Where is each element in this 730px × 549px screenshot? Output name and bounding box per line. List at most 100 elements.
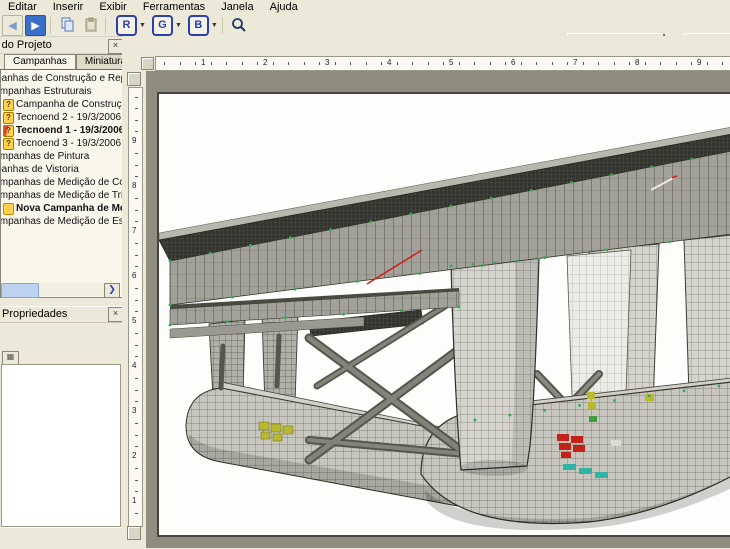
tree-item[interactable]: ?Tecnoend 2 - 19/3/2006 - Execução xyxy=(1,111,123,124)
ruler-tick xyxy=(443,62,444,65)
properties-grid-view-button[interactable]: ▦ xyxy=(2,351,19,365)
ruler-tick xyxy=(598,62,599,65)
ruler-tick xyxy=(660,62,661,65)
tree-item[interactable]: Nova Campanha de Medição xyxy=(1,202,123,215)
ruler-tick xyxy=(614,62,615,65)
ruler-tick xyxy=(381,62,382,65)
ruler-tick xyxy=(135,468,138,469)
ruler-tick xyxy=(474,62,475,65)
menu-ferramentas[interactable]: Ferramentas xyxy=(135,0,213,14)
application-window: { "menu": { "items": ["Editar", "Inserir… xyxy=(0,0,730,548)
magnifier-icon xyxy=(231,17,247,33)
menu-editar[interactable]: Editar xyxy=(0,0,45,14)
horizontal-ruler: 123456789 xyxy=(155,56,730,71)
ruler-tick xyxy=(459,62,460,65)
ruler-tick xyxy=(583,62,584,65)
ruler-tick xyxy=(135,210,138,211)
ruler-tick xyxy=(552,62,553,65)
menu-exibir[interactable]: Exibir xyxy=(91,0,135,14)
ruler-tick xyxy=(412,62,413,65)
tree-item[interactable]: Campanhas de Pintura xyxy=(1,150,123,163)
tree-item[interactable]: Campanhas de Vistoria xyxy=(1,163,123,176)
tree-item[interactable]: Campanhas de Construção e Reparos xyxy=(1,72,123,85)
ruler-tick xyxy=(211,62,212,65)
ruler-tick xyxy=(135,243,138,244)
tree-item-label: Tecnoend 1 - 19/3/2006 - Execução xyxy=(16,124,123,137)
tree-item[interactable]: ?Tecnoend 1 - 19/3/2006 - Execução xyxy=(1,124,123,137)
toolbar-separator xyxy=(50,17,51,34)
ruler-tick xyxy=(135,491,138,492)
tree-item-label: Campanha de Construção - 19/3/2006 xyxy=(16,98,123,111)
project-manager-panel-header: Gerenciador do Projeto xyxy=(0,38,122,54)
ruler-tick xyxy=(135,221,138,222)
tree-item[interactable]: Campanhas Estruturais xyxy=(1,85,123,98)
campaign-status-icon: ? xyxy=(3,112,14,124)
paste-button[interactable] xyxy=(80,15,101,36)
ruler-number: 6 xyxy=(132,272,136,280)
menu-bar: EditarInserirExibirFerramentasJanelaAjud… xyxy=(0,0,730,14)
tree-item-label: Campanhas de Vistoria xyxy=(1,163,79,176)
ruler-number: 2 xyxy=(132,452,136,460)
ruler-tick xyxy=(135,120,138,121)
ruler-number: 8 xyxy=(132,182,136,190)
ruler-tick xyxy=(676,62,677,65)
document-page[interactable] xyxy=(157,92,730,537)
toolbar-separator xyxy=(105,17,106,34)
tree-item[interactable]: Campanhas de Medição de Corrosão xyxy=(1,176,123,189)
ruler-tick xyxy=(319,62,320,65)
ruler-number: 5 xyxy=(132,317,136,325)
tree-item[interactable]: Campanhas de Medição de Trinca xyxy=(1,189,123,202)
ruler-tick xyxy=(135,356,138,357)
ruler-tick xyxy=(135,266,138,267)
ruler-tick xyxy=(135,401,138,402)
properties-close-button[interactable]: × xyxy=(108,307,123,322)
tree-item[interactable]: Campanhas de Medição de Espessura xyxy=(1,215,123,228)
layer-button-b[interactable]: B xyxy=(188,15,209,36)
zoom-button[interactable] xyxy=(229,15,250,36)
copy-icon xyxy=(60,17,76,33)
vruler-bottom-button[interactable] xyxy=(127,526,141,540)
menu-inserir[interactable]: Inserir xyxy=(45,0,92,14)
layer-button-r[interactable]: R xyxy=(116,15,137,36)
forward-button[interactable]: ▶ xyxy=(25,15,46,36)
ruler-tick xyxy=(135,165,138,166)
front-column xyxy=(451,257,539,476)
ruler-tick xyxy=(366,62,367,65)
ruler-tick xyxy=(135,153,138,154)
vruler-top-button[interactable] xyxy=(127,72,141,86)
tree-item[interactable]: ?Tecnoend 3 - 19/3/2006 - Execução xyxy=(1,137,123,150)
scrollbar-thumb[interactable] xyxy=(1,283,39,298)
tree-item-label: Campanhas de Construção e Reparos xyxy=(1,72,123,85)
back-button[interactable]: ◀ xyxy=(2,15,23,36)
ruler-number: 4 xyxy=(132,362,136,370)
panel-close-button[interactable]: × xyxy=(108,39,123,54)
scrollbar-right-arrow[interactable]: ❯ xyxy=(104,283,120,298)
ruler-tick xyxy=(135,390,138,391)
layer-button-g[interactable]: G xyxy=(152,15,173,36)
ruler-tick xyxy=(428,62,429,65)
copy-button[interactable] xyxy=(57,15,78,36)
dropdown-arrow-icon[interactable]: ▼ xyxy=(175,22,182,29)
ruler-tick xyxy=(350,62,351,65)
tab-campanhas[interactable]: Campanhas xyxy=(4,54,76,69)
ruler-number: 1 xyxy=(132,497,136,505)
platform-model-3d-view[interactable] xyxy=(159,94,730,535)
ruler-number: 7 xyxy=(573,59,577,67)
ruler-tick xyxy=(135,311,138,312)
ruler-tick xyxy=(304,62,305,65)
ruler-tick xyxy=(629,62,630,65)
menu-janela[interactable]: Janela xyxy=(213,0,261,14)
ruler-number: 6 xyxy=(511,59,515,67)
ruler-tick xyxy=(226,62,227,65)
tree-item[interactable]: ?Campanha de Construção - 19/3/2006 xyxy=(1,98,123,111)
ruler-tick xyxy=(288,62,289,65)
ruler-tick xyxy=(135,300,138,301)
ruler-number: 8 xyxy=(635,59,639,67)
dropdown-arrow-icon[interactable]: ▼ xyxy=(139,22,146,29)
dropdown-arrow-icon[interactable]: ▼ xyxy=(211,22,218,29)
tree-horizontal-scrollbar[interactable]: ❯ xyxy=(1,283,120,296)
ruler-tick xyxy=(135,176,138,177)
forward-arrow-icon: ▶ xyxy=(31,19,39,32)
menu-ajuda[interactable]: Ajuda xyxy=(262,0,306,14)
ruler-corner-button[interactable] xyxy=(141,57,154,70)
